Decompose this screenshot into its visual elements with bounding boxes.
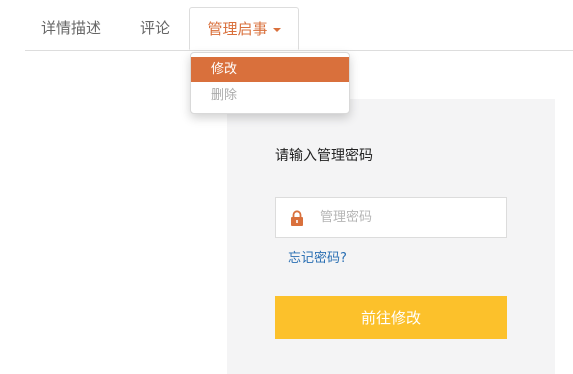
tab-bar: 详情描述 评论 管理启事 [25,0,573,51]
password-field[interactable] [275,197,507,238]
tab-comment[interactable]: 评论 [140,8,170,49]
tab-manage-label: 管理启事 [207,20,268,38]
panel-title: 请输入管理密码 [275,148,373,164]
manage-dropdown-menu: 修改 删除 [190,52,350,114]
menu-item-delete[interactable]: 删除 [191,83,349,108]
lock-icon [291,210,303,226]
tab-comment-label: 评论 [140,19,171,37]
page: 详情描述 评论 管理启事 修改 删除 请输入管理密码 忘记密码? 前往修改 [0,0,573,374]
password-panel: 请输入管理密码 忘记密码? 前往修改 [227,99,555,374]
menu-item-edit[interactable]: 修改 [191,57,349,82]
tab-detail[interactable]: 详情描述 [41,8,101,49]
password-input[interactable] [320,198,500,237]
tab-manage-dropdown[interactable]: 管理启事 [189,7,299,50]
go-edit-button[interactable]: 前往修改 [275,296,507,339]
caret-down-icon [272,27,281,32]
tab-detail-label: 详情描述 [41,19,102,37]
forgot-password-link[interactable]: 忘记密码? [288,247,347,266]
